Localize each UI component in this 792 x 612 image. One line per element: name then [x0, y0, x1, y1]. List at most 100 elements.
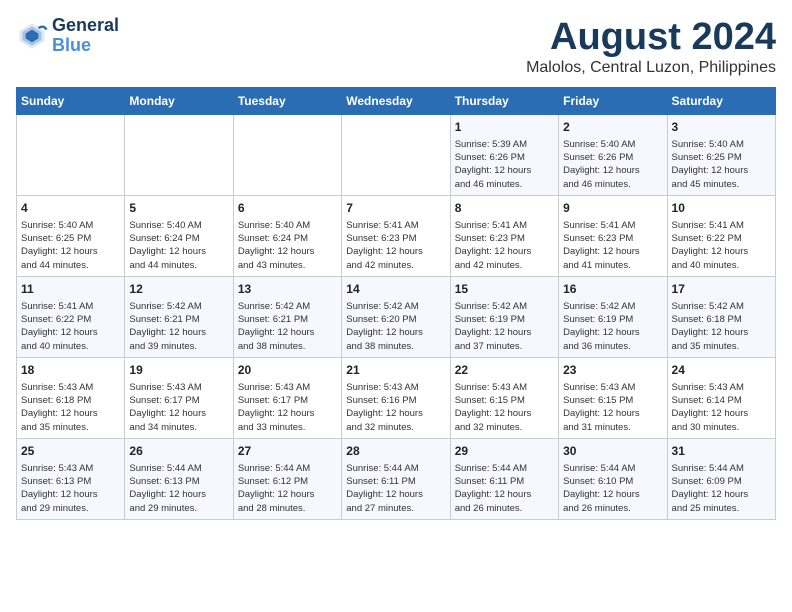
- day-info: Sunrise: 5:42 AM Sunset: 6:21 PM Dayligh…: [238, 300, 337, 353]
- day-number: 19: [129, 362, 228, 379]
- calendar-cell: 17Sunrise: 5:42 AM Sunset: 6:18 PM Dayli…: [667, 276, 775, 357]
- day-number: 30: [563, 443, 662, 460]
- day-number: 18: [21, 362, 120, 379]
- calendar-week-3: 11 Sunrise: 5:41 AM Sunset: 6:22 PM Dayli…: [17, 276, 776, 357]
- day-number: 31: [672, 443, 771, 460]
- calendar-cell: 16 Sunrise: 5:42 AM Sunset: 6:19 PM Dayli…: [559, 276, 667, 357]
- day-number: 15: [455, 281, 554, 298]
- day-info: Sunrise: 5:43 AM Sunset: 6:15 PM Dayligh…: [563, 381, 662, 434]
- day-info: Sunrise: 5:44 AM Sunset: 6:11 PM Dayligh…: [346, 462, 445, 515]
- calendar-cell: [125, 115, 233, 196]
- day-number: 3: [672, 119, 771, 136]
- calendar-cell: 9 Sunrise: 5:41 AM Sunset: 6:23 PM Daylig…: [559, 195, 667, 276]
- day-number: 22: [455, 362, 554, 379]
- calendar-week-2: 4 Sunrise: 5:40 AM Sunset: 6:25 PM Daylig…: [17, 195, 776, 276]
- calendar-cell: 10 Sunrise: 5:41 AM Sunset: 6:22 PM Dayli…: [667, 195, 775, 276]
- month-title: August 2024: [526, 16, 776, 59]
- day-info: Sunrise: 5:44 AM Sunset: 6:10 PM Dayligh…: [563, 462, 662, 515]
- weekday-header-row: SundayMondayTuesdayWednesdayThursdayFrid…: [17, 88, 776, 115]
- weekday-header-tuesday: Tuesday: [233, 88, 341, 115]
- calendar-cell: 29 Sunrise: 5:44 AM Sunset: 6:11 PM Dayli…: [450, 438, 558, 519]
- day-info: Sunrise: 5:44 AM Sunset: 6:13 PM Dayligh…: [129, 462, 228, 515]
- day-number: 24: [672, 362, 771, 379]
- calendar-cell: 15 Sunrise: 5:42 AM Sunset: 6:19 PM Dayli…: [450, 276, 558, 357]
- page-header: General Blue August 2024 Malolos, Centra…: [16, 16, 776, 77]
- calendar-week-1: 1 Sunrise: 5:39 AM Sunset: 6:26 PM Daylig…: [17, 115, 776, 196]
- calendar-cell: 14 Sunrise: 5:42 AM Sunset: 6:20 PM Dayli…: [342, 276, 450, 357]
- day-number: 21: [346, 362, 445, 379]
- day-number: 14: [346, 281, 445, 298]
- calendar-cell: 12 Sunrise: 5:42 AM Sunset: 6:21 PM Dayli…: [125, 276, 233, 357]
- location-title: Malolos, Central Luzon, Philippines: [526, 59, 776, 77]
- day-info: Sunrise: 5:42 AM Sunset: 6:19 PM Dayligh…: [455, 300, 554, 353]
- calendar-header: SundayMondayTuesdayWednesdayThursdayFrid…: [17, 88, 776, 115]
- day-number: 26: [129, 443, 228, 460]
- calendar-cell: 26 Sunrise: 5:44 AM Sunset: 6:13 PM Dayli…: [125, 438, 233, 519]
- calendar-cell: [342, 115, 450, 196]
- day-info: Sunrise: 5:41 AM Sunset: 6:23 PM Dayligh…: [455, 219, 554, 272]
- calendar-cell: 18Sunrise: 5:43 AM Sunset: 6:18 PM Dayli…: [17, 357, 125, 438]
- day-info: Sunrise: 5:43 AM Sunset: 6:13 PM Dayligh…: [21, 462, 120, 515]
- day-number: 20: [238, 362, 337, 379]
- day-number: 12: [129, 281, 228, 298]
- calendar-cell: 22Sunrise: 5:43 AM Sunset: 6:15 PM Dayli…: [450, 357, 558, 438]
- calendar-cell: 28 Sunrise: 5:44 AM Sunset: 6:11 PM Dayli…: [342, 438, 450, 519]
- day-number: 5: [129, 200, 228, 217]
- day-info: Sunrise: 5:44 AM Sunset: 6:12 PM Dayligh…: [238, 462, 337, 515]
- calendar-cell: 27Sunrise: 5:44 AM Sunset: 6:12 PM Dayli…: [233, 438, 341, 519]
- day-number: 9: [563, 200, 662, 217]
- calendar-body: 1 Sunrise: 5:39 AM Sunset: 6:26 PM Daylig…: [17, 115, 776, 520]
- day-number: 29: [455, 443, 554, 460]
- calendar-cell: 13 Sunrise: 5:42 AM Sunset: 6:21 PM Dayli…: [233, 276, 341, 357]
- day-info: Sunrise: 5:44 AM Sunset: 6:11 PM Dayligh…: [455, 462, 554, 515]
- day-info: Sunrise: 5:41 AM Sunset: 6:22 PM Dayligh…: [672, 219, 771, 272]
- day-info: Sunrise: 5:42 AM Sunset: 6:20 PM Dayligh…: [346, 300, 445, 353]
- weekday-header-friday: Friday: [559, 88, 667, 115]
- calendar-cell: 3Sunrise: 5:40 AM Sunset: 6:25 PM Daylig…: [667, 115, 775, 196]
- day-number: 1: [455, 119, 554, 136]
- logo-line1: General: [52, 16, 119, 36]
- day-number: 10: [672, 200, 771, 217]
- calendar-cell: [17, 115, 125, 196]
- day-info: Sunrise: 5:43 AM Sunset: 6:16 PM Dayligh…: [346, 381, 445, 434]
- day-number: 2: [563, 119, 662, 136]
- calendar-table: SundayMondayTuesdayWednesdayThursdayFrid…: [16, 87, 776, 520]
- calendar-cell: 4 Sunrise: 5:40 AM Sunset: 6:25 PM Daylig…: [17, 195, 125, 276]
- weekday-header-thursday: Thursday: [450, 88, 558, 115]
- calendar-cell: 20 Sunrise: 5:43 AM Sunset: 6:17 PM Dayli…: [233, 357, 341, 438]
- day-number: 23: [563, 362, 662, 379]
- day-info: Sunrise: 5:41 AM Sunset: 6:23 PM Dayligh…: [563, 219, 662, 272]
- day-number: 11: [21, 281, 120, 298]
- day-number: 13: [238, 281, 337, 298]
- calendar-cell: 11 Sunrise: 5:41 AM Sunset: 6:22 PM Dayli…: [17, 276, 125, 357]
- day-number: 28: [346, 443, 445, 460]
- day-number: 6: [238, 200, 337, 217]
- weekday-header-wednesday: Wednesday: [342, 88, 450, 115]
- weekday-header-monday: Monday: [125, 88, 233, 115]
- day-info: Sunrise: 5:41 AM Sunset: 6:22 PM Dayligh…: [21, 300, 120, 353]
- calendar-cell: 1 Sunrise: 5:39 AM Sunset: 6:26 PM Daylig…: [450, 115, 558, 196]
- day-info: Sunrise: 5:42 AM Sunset: 6:21 PM Dayligh…: [129, 300, 228, 353]
- calendar-week-5: 25 Sunrise: 5:43 AM Sunset: 6:13 PM Dayli…: [17, 438, 776, 519]
- day-info: Sunrise: 5:43 AM Sunset: 6:17 PM Dayligh…: [238, 381, 337, 434]
- calendar-cell: 19 Sunrise: 5:43 AM Sunset: 6:17 PM Dayli…: [125, 357, 233, 438]
- logo: General Blue: [16, 16, 119, 56]
- day-info: Sunrise: 5:43 AM Sunset: 6:17 PM Dayligh…: [129, 381, 228, 434]
- logo-text: General Blue: [52, 16, 119, 56]
- day-number: 16: [563, 281, 662, 298]
- day-number: 8: [455, 200, 554, 217]
- day-info: Sunrise: 5:43 AM Sunset: 6:14 PM Dayligh…: [672, 381, 771, 434]
- calendar-cell: 31Sunrise: 5:44 AM Sunset: 6:09 PM Dayli…: [667, 438, 775, 519]
- day-number: 25: [21, 443, 120, 460]
- weekday-header-sunday: Sunday: [17, 88, 125, 115]
- calendar-cell: 6Sunrise: 5:40 AM Sunset: 6:24 PM Daylig…: [233, 195, 341, 276]
- day-number: 4: [21, 200, 120, 217]
- calendar-cell: 7Sunrise: 5:41 AM Sunset: 6:23 PM Daylig…: [342, 195, 450, 276]
- day-info: Sunrise: 5:39 AM Sunset: 6:26 PM Dayligh…: [455, 138, 554, 191]
- day-info: Sunrise: 5:40 AM Sunset: 6:25 PM Dayligh…: [21, 219, 120, 272]
- day-info: Sunrise: 5:40 AM Sunset: 6:24 PM Dayligh…: [129, 219, 228, 272]
- day-info: Sunrise: 5:41 AM Sunset: 6:23 PM Dayligh…: [346, 219, 445, 272]
- weekday-header-saturday: Saturday: [667, 88, 775, 115]
- day-info: Sunrise: 5:42 AM Sunset: 6:19 PM Dayligh…: [563, 300, 662, 353]
- calendar-week-4: 18Sunrise: 5:43 AM Sunset: 6:18 PM Dayli…: [17, 357, 776, 438]
